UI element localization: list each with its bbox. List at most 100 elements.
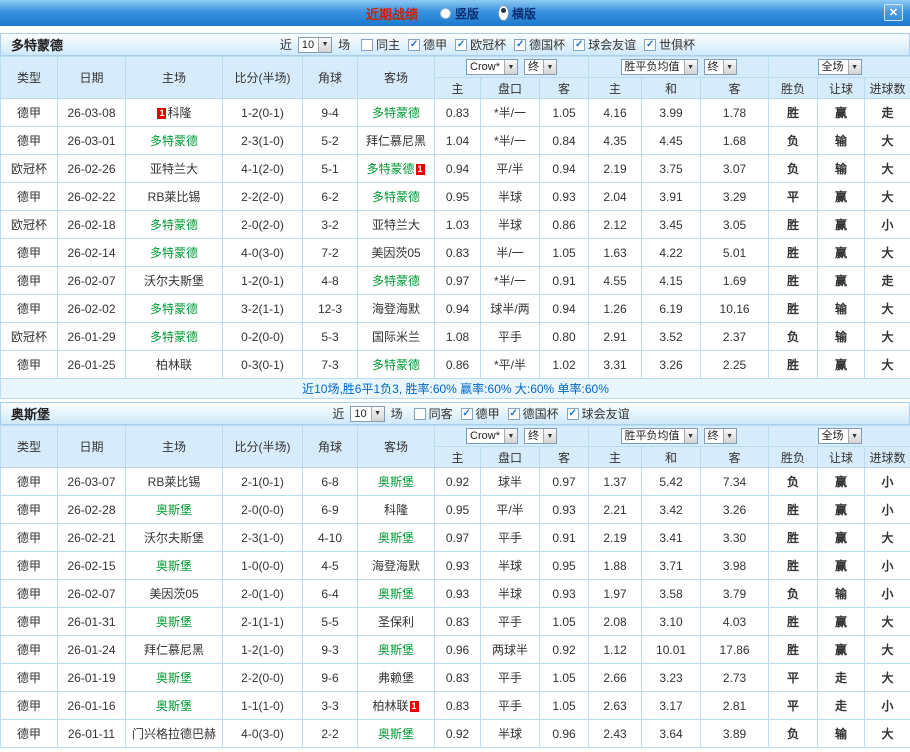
date-cell: 26-02-28 [57, 495, 126, 524]
filter-checkbox-label: 同客 [428, 407, 453, 421]
table-row: 德甲 26-02-07 美因茨05 2-0(1-0) 6-4 奥斯堡 0.93 半球 0.93 1… [0, 579, 910, 608]
avg-final-select[interactable]: 终 ▼ [703, 59, 737, 75]
checkbox-checked-icon[interactable]: ✓ [573, 38, 586, 51]
checkbox-checked-icon[interactable]: ✓ [566, 407, 579, 420]
checkbox-unchecked-icon[interactable] [413, 407, 426, 420]
corners-cell: 4-10 [302, 523, 358, 552]
avg-draw-cell: 3.64 [641, 719, 702, 748]
home-team-name[interactable]: RB莱比锡 [148, 475, 201, 489]
away-team-name[interactable]: 亚特兰大 [372, 218, 420, 232]
away-team-name[interactable]: 奥斯堡 [378, 587, 414, 601]
home-team-name[interactable]: 沃尔夫斯堡 [144, 531, 204, 545]
odds-final-select[interactable]: 终 ▼ [523, 428, 557, 444]
away-team-name[interactable]: 海登海默 [372, 559, 420, 573]
checkbox-checked-icon[interactable]: ✓ [460, 407, 473, 420]
odds-final-select[interactable]: 终 ▼ [523, 59, 557, 75]
avg-away-cell: 2.73 [700, 663, 770, 692]
home-team-name[interactable]: 多特蒙德 [150, 302, 198, 316]
away-team-name[interactable]: 多特蒙德 [366, 162, 414, 176]
radio-vertical-icon[interactable] [439, 7, 451, 19]
home-team-name[interactable]: 奥斯堡 [156, 503, 192, 517]
avg-home-cell: 2.04 [588, 182, 643, 211]
match-count-select[interactable]: 10 ▼ [350, 405, 385, 422]
avg-select[interactable]: 胜平负均值 ▼ [620, 428, 698, 444]
subcolumn-header: 盘口 [480, 446, 540, 468]
checkbox-checked-icon[interactable]: ✓ [455, 38, 468, 51]
filter-checkbox-5[interactable]: ✓ 世俱杯 [644, 36, 695, 53]
radio-horizontal-icon[interactable] [498, 5, 509, 21]
league-type-cell: 德甲 [0, 635, 58, 664]
checkbox-checked-icon[interactable]: ✓ [644, 38, 657, 51]
filter-checkbox-1[interactable]: ✓ 德甲 [460, 405, 500, 422]
fulltime-select[interactable]: 全场 ▼ [817, 428, 862, 444]
away-team-name[interactable]: 奥斯堡 [378, 643, 414, 657]
away-team-name[interactable]: 拜仁慕尼黑 [366, 134, 426, 148]
filter-checkbox-2[interactable]: ✓ 德国杯 [507, 405, 559, 422]
home-team-name[interactable]: 柏林联 [156, 358, 192, 372]
layout-option-vertical[interactable]: 竖版 [439, 5, 479, 22]
filter-checkbox-0[interactable]: 同主 [361, 36, 400, 53]
result-wdl-cell: 胜 [768, 294, 819, 323]
filter-checkbox-0[interactable]: 同客 [413, 405, 453, 422]
filter-checkbox-2[interactable]: ✓ 欧冠杯 [455, 36, 506, 53]
home-team-name[interactable]: 美因茨05 [149, 587, 198, 601]
filter-checkbox-3[interactable]: ✓ 球会友谊 [566, 405, 630, 422]
filter-checkbox-4[interactable]: ✓ 球会友谊 [573, 36, 636, 53]
avg-home-cell: 2.19 [588, 154, 643, 183]
home-team-name[interactable]: 奥斯堡 [156, 699, 192, 713]
avg-final-select[interactable]: 终 ▼ [703, 428, 737, 444]
home-team-name[interactable]: 门兴格拉德巴赫 [132, 727, 216, 741]
result-goals-cell: 大 [864, 607, 910, 636]
handicap-cell: 平/半 [480, 154, 540, 183]
checkbox-unchecked-icon[interactable] [361, 38, 374, 51]
filter-checkbox-1[interactable]: ✓ 德甲 [408, 36, 447, 53]
away-team-name[interactable]: 奥斯堡 [378, 531, 414, 545]
home-team-name[interactable]: 奥斯堡 [156, 615, 192, 629]
away-team-name[interactable]: 圣保利 [378, 615, 414, 629]
fulltime-select[interactable]: 全场 ▼ [817, 59, 862, 75]
checkbox-checked-icon[interactable]: ✓ [507, 407, 520, 420]
column-header: 日期 [57, 425, 126, 468]
odds-away-cell: 0.95 [538, 551, 590, 580]
away-team-name[interactable]: 国际米兰 [372, 330, 420, 344]
avg-home-cell: 2.21 [588, 495, 643, 524]
away-team-name[interactable]: 弗赖堡 [378, 671, 414, 685]
table-row: 德甲 26-02-28 奥斯堡 2-0(0-0) 6-9 科隆 0.95 平/半 0.93 2.2… [0, 495, 910, 524]
home-team-name[interactable]: 奥斯堡 [156, 559, 192, 573]
odds-company-select[interactable]: Crow* ▼ [466, 59, 518, 75]
match-count-select[interactable]: 10 ▼ [297, 36, 333, 53]
checkbox-checked-icon[interactable]: ✓ [514, 38, 527, 51]
checkbox-checked-icon[interactable]: ✓ [408, 38, 421, 51]
home-team-name[interactable]: 奥斯堡 [156, 671, 192, 685]
away-team-name[interactable]: 多特蒙德 [372, 274, 420, 288]
home-team-name[interactable]: 多特蒙德 [150, 246, 198, 260]
away-team-name[interactable]: 多特蒙德 [372, 358, 420, 372]
away-team-name[interactable]: 科隆 [384, 503, 408, 517]
home-team-name[interactable]: 多特蒙德 [150, 330, 198, 344]
chevron-down-icon: ▼ [722, 429, 736, 443]
away-team-name[interactable]: 美因茨05 [371, 246, 420, 260]
avg-away-cell: 1.69 [700, 266, 770, 295]
avg-select[interactable]: 胜平负均值 ▼ [620, 59, 698, 75]
away-team-name[interactable]: 奥斯堡 [378, 475, 414, 489]
close-button[interactable]: ✕ [884, 4, 903, 21]
layout-option-horizontal[interactable]: 横版 [495, 5, 536, 22]
away-team-name[interactable]: 多特蒙德 [372, 190, 420, 204]
away-team-name[interactable]: 海登海默 [372, 302, 420, 316]
home-team-name[interactable]: 多特蒙德 [150, 218, 198, 232]
odds-company-select[interactable]: Crow* ▼ [466, 428, 518, 444]
away-team-name[interactable]: 多特蒙德 [372, 106, 420, 120]
home-team-name[interactable]: 沃尔夫斯堡 [144, 274, 204, 288]
home-team-name[interactable]: 多特蒙德 [150, 134, 198, 148]
corners-cell: 4-5 [302, 551, 358, 580]
home-team-name[interactable]: RB莱比锡 [148, 190, 201, 204]
home-team-name[interactable]: 亚特兰大 [150, 162, 198, 176]
date-cell: 26-01-11 [57, 719, 126, 748]
home-team-name[interactable]: 拜仁慕尼黑 [144, 643, 204, 657]
result-wdl-cell: 胜 [768, 635, 819, 664]
home-team-name[interactable]: 科隆 [167, 106, 191, 120]
away-team-name[interactable]: 奥斯堡 [378, 727, 414, 741]
filter-checkbox-3[interactable]: ✓ 德国杯 [514, 36, 565, 53]
score-cell: 2-0(2-0) [222, 210, 303, 239]
away-team-name[interactable]: 柏林联 [372, 699, 408, 713]
